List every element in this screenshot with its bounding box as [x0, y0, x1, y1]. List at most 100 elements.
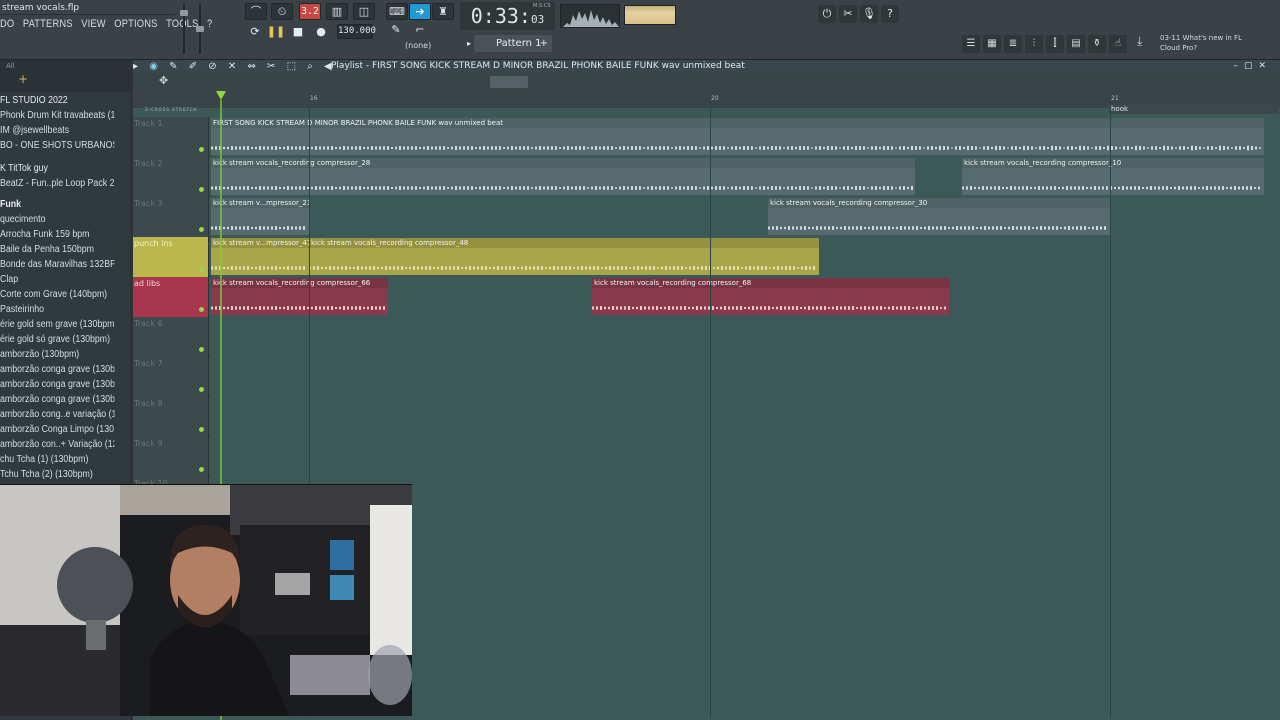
channel-rack-icon[interactable]: ≣	[1004, 35, 1022, 53]
news-panel[interactable]: 03-11 What's new in FL Cloud Pro?	[1160, 33, 1242, 53]
pause-button[interactable]: ❚❚	[266, 24, 286, 40]
browser-icon[interactable]: ▤	[1067, 35, 1085, 53]
mute-tool-icon[interactable]: ✕	[228, 61, 240, 72]
pattern-prev-icon[interactable]: ▸	[459, 36, 479, 52]
browser-item[interactable]: BO - ONE SHOTS URBANOS VOL. 2	[0, 138, 114, 153]
browser-item[interactable]: amborzão (130bpm)	[0, 347, 114, 362]
track-lane[interactable]	[211, 397, 1280, 437]
hint-icon[interactable]: ✂	[839, 5, 857, 23]
playlist-scrollbar[interactable]: ✥	[133, 73, 1280, 90]
track-mute-led[interactable]	[199, 147, 204, 152]
close-icon[interactable]: ✕	[1258, 61, 1272, 71]
none-selector[interactable]: (none)	[405, 41, 431, 50]
audio-clip[interactable]: kick stream vocals_recording compressor_…	[211, 158, 915, 195]
blend-notes-button[interactable]: ◫	[353, 3, 375, 20]
browser-item[interactable]: IM @jsewellbeats	[0, 123, 114, 138]
track-lane[interactable]: kick stream vocals_recording compressor_…	[211, 157, 1280, 197]
download-icon[interactable]: ⤓	[1137, 34, 1153, 52]
browser-item[interactable]: Clap	[0, 272, 114, 287]
piano-roll-icon[interactable]: ▦	[983, 35, 1001, 53]
audio-clip[interactable]: kick stream v...mpressor_23	[211, 198, 309, 235]
timeline-ruler[interactable]: 16 20 21 hook	[133, 90, 1280, 114]
browser-item[interactable]: amborzão conga grave (130bpm) (3)	[0, 392, 114, 407]
audio-clip[interactable]: kick stream v...mpressor_47	[211, 238, 309, 275]
track-lane[interactable]	[211, 357, 1280, 397]
browser-item[interactable]: Bonde das Maravilhas 132BPM	[0, 257, 114, 272]
browser-item[interactable]: chu Tcha (1) (130bpm)	[0, 452, 114, 467]
pattern-selector[interactable]: Pattern 1 +	[474, 35, 552, 52]
touch-keyboard-icon[interactable]: ☝	[1109, 35, 1127, 53]
track-header[interactable]: Track 6	[133, 317, 209, 357]
metronome-icon[interactable]: ⌒	[245, 3, 267, 20]
track-mute-led[interactable]	[199, 187, 204, 192]
audio-clip[interactable]: kick stream vocals_recording compressor_…	[768, 198, 1111, 235]
browser-item[interactable]: Arrocha Funk 159 bpm	[0, 227, 114, 242]
brush-tool-icon[interactable]: ⌐	[410, 22, 430, 38]
menu-options[interactable]: OPTIONS	[114, 18, 157, 30]
track-header[interactable]: Track 1	[133, 117, 209, 157]
slip-tool-icon[interactable]: ⇔	[247, 61, 259, 72]
main-volume-slider[interactable]	[180, 4, 188, 54]
plugin-database-icon[interactable]: ⚱	[1088, 35, 1106, 53]
track-lane[interactable]	[211, 437, 1280, 477]
mixer-view-icon[interactable]: ♜	[432, 3, 454, 20]
browser-item[interactable]: BeatZ - Fun..ple Loop Pack 2022	[0, 176, 114, 191]
playlist-window-icon[interactable]: ☰	[962, 35, 980, 53]
track-header[interactable]: punch ins	[133, 237, 209, 277]
add-pattern-button[interactable]: +	[540, 35, 548, 52]
main-pitch-slider[interactable]	[196, 4, 204, 54]
loop-mode-icon[interactable]: ⟳	[245, 24, 265, 40]
track-lane[interactable]: FIRST SONG KICK STREAM D MINOR BRAZIL PH…	[211, 117, 1280, 157]
pencil-tool-icon[interactable]: ✎	[386, 22, 406, 38]
marker-hook[interactable]: hook	[1111, 105, 1128, 113]
track-header[interactable]: Track 2	[133, 157, 209, 197]
countdown-button[interactable]: 3.2	[299, 3, 321, 20]
stretch-toggle[interactable]: STRETCH	[172, 107, 197, 112]
browser-item[interactable]: amborzão Conga Limpo (130bpm)	[0, 422, 114, 437]
browser-item[interactable]: FL STUDIO 2022	[0, 93, 114, 108]
zcross-toggle[interactable]: Z-CROSS	[145, 107, 170, 112]
track-mute-led[interactable]	[199, 267, 204, 272]
browser-item[interactable]: amborzão cong..e variação (130bpm)	[0, 407, 114, 422]
browser-filter[interactable]: All	[6, 62, 15, 70]
help-icon[interactable]: ?	[881, 5, 899, 23]
track-mute-led[interactable]	[199, 387, 204, 392]
zoom-tool-icon[interactable]: ⌕	[307, 61, 317, 72]
track-header[interactable]: Track 7	[133, 357, 209, 397]
wait-input-button[interactable]: ⏲	[271, 3, 293, 20]
step-edit-button[interactable]: ▥	[326, 3, 348, 20]
browser-item[interactable]: Pasteirinho	[0, 302, 114, 317]
browser-item[interactable]: Tchu Tcha (2) (130bpm)	[0, 467, 114, 482]
maximize-icon[interactable]: ▢	[1244, 61, 1259, 71]
browser-item[interactable]: amborzão conga grave (130bpm) (2)	[0, 377, 114, 392]
browser-item[interactable]: amborzão conga grave (130bpm) (1)	[0, 362, 114, 377]
browser-item[interactable]: K TitTok guy	[0, 161, 114, 176]
snap-magnet-icon[interactable]: ◉	[149, 61, 162, 72]
track-lane[interactable]: kick stream v...mpressor_23 kick stream …	[211, 197, 1280, 237]
browser-item[interactable]: Corte com Grave (140bpm)	[0, 287, 114, 302]
track-header[interactable]: Track 3	[133, 197, 209, 237]
track-mute-led[interactable]	[199, 427, 204, 432]
track-mute-led[interactable]	[199, 347, 204, 352]
mixer-icon[interactable]: ⫶	[1025, 35, 1043, 53]
track-mute-led[interactable]	[199, 467, 204, 472]
audio-clip[interactable]: kick stream vocals_recording compressor_…	[309, 238, 819, 275]
stop-button[interactable]: ■	[288, 24, 308, 40]
minimize-icon[interactable]: –	[1233, 61, 1244, 71]
track-header[interactable]: Track 9	[133, 437, 209, 477]
cpu-icon[interactable]: ⏻	[818, 5, 836, 23]
audio-clip[interactable]: kick stream vocals_recording compressor_…	[592, 278, 949, 315]
audio-clip[interactable]: kick stream vocals_recording compressor_…	[962, 158, 1264, 195]
menu-help[interactable]: ?	[207, 18, 212, 30]
audio-clip[interactable]: kick stream vocals_recording compressor_…	[211, 278, 388, 315]
mixer-faders-icon[interactable]: ⫿	[1046, 35, 1064, 53]
browser-item[interactable]: quecimento	[0, 212, 114, 227]
typing-keyboard-icon[interactable]: ⌨	[386, 3, 408, 20]
menu-patterns[interactable]: PATTERNS	[23, 18, 73, 30]
loop-record-button[interactable]: ➔	[409, 3, 431, 20]
scroll-thumb[interactable]	[490, 76, 528, 88]
browser-item[interactable]: érie gold sem grave (130bpm)	[0, 317, 114, 332]
browser-item[interactable]: érie gold só grave (130bpm)	[0, 332, 114, 347]
track-mute-led[interactable]	[199, 227, 204, 232]
draw-tool-icon[interactable]: ✎	[169, 61, 181, 72]
